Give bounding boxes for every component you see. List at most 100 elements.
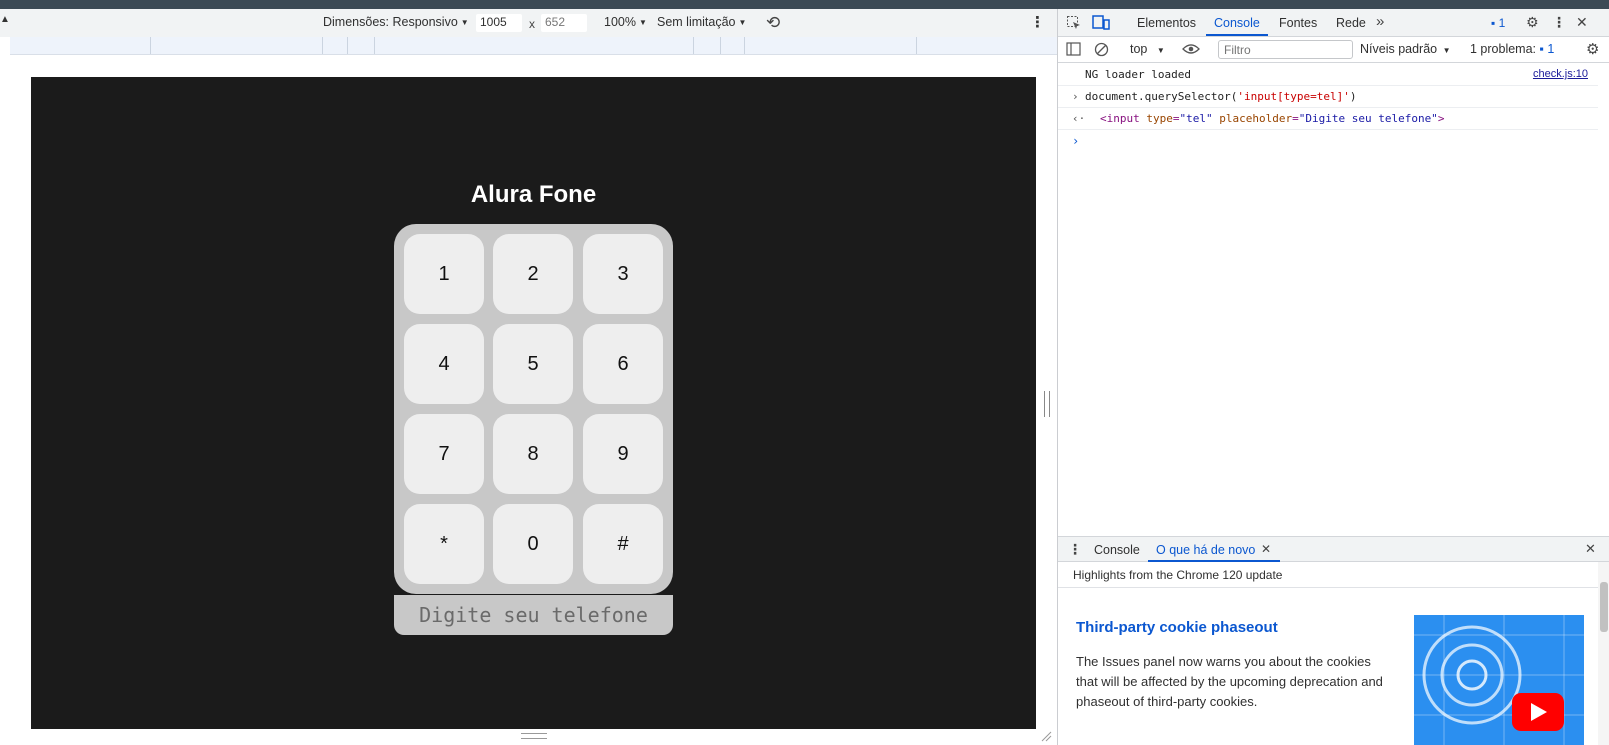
viewport-resize-handle-right[interactable] <box>1044 391 1050 417</box>
devtools-panel: Elementos Console Fontes Rede » ▪ 1 ⚙ ⋮ … <box>1057 9 1609 745</box>
caret-down-icon: ▼ <box>638 17 647 27</box>
active-tab-indicator <box>1206 34 1268 36</box>
caret-down-icon: ▼ <box>1442 46 1451 55</box>
caret-down-icon: ▼ <box>1156 46 1165 55</box>
whats-new-panel: Highlights from the Chrome 120 update Th… <box>1058 562 1598 745</box>
message-icon: ▪ <box>1539 42 1544 56</box>
key-7[interactable]: 7 <box>404 414 484 494</box>
problems-count: 1 <box>1547 42 1555 56</box>
rotate-icon[interactable]: ⟲ <box>766 13 780 33</box>
news-title-link[interactable]: Third-party cookie phaseout <box>1076 619 1278 636</box>
close-drawer-icon[interactable]: ✕ <box>1585 541 1596 557</box>
key-star[interactable]: * <box>404 504 484 584</box>
console-filter-input[interactable] <box>1218 40 1353 59</box>
issues-badge[interactable]: ▪ 1 <box>1491 16 1505 30</box>
highlights-header: Highlights from the Chrome 120 update <box>1058 562 1598 588</box>
key-6[interactable]: 6 <box>583 324 663 404</box>
command-prefix: document.querySelector( <box>1085 90 1238 103</box>
ruler-segment[interactable] <box>347 37 348 54</box>
viewport-resize-handle-bottom[interactable] <box>521 733 547 739</box>
command-argument: 'input[type=tel]' <box>1237 90 1350 103</box>
key-8[interactable]: 8 <box>493 414 573 494</box>
console-log-message: NG loader loaded check.js:10 <box>1058 64 1598 86</box>
result-tag-close: > <box>1437 112 1445 125</box>
log-source-link[interactable]: check.js:10 <box>1533 68 1588 80</box>
problems-label: 1 problema: <box>1470 42 1537 56</box>
key-2[interactable]: 2 <box>493 234 573 314</box>
inspect-element-icon[interactable] <box>1066 15 1082 31</box>
live-expression-eye-icon[interactable] <box>1182 43 1200 55</box>
key-5[interactable]: 5 <box>493 324 573 404</box>
tab-fontes[interactable]: Fontes <box>1279 16 1317 30</box>
settings-gear-icon[interactable]: ⚙ <box>1526 14 1539 31</box>
ruler-segment[interactable] <box>322 37 323 54</box>
console-result: ‹· <input type="tel" placeholder="Digite… <box>1058 108 1598 130</box>
key-1[interactable]: 1 <box>404 234 484 314</box>
ruler-segment[interactable] <box>916 37 917 54</box>
app-title: Alura Fone <box>470 181 597 208</box>
result-tag-open: <input <box>1100 112 1140 125</box>
tab-console[interactable]: Console <box>1214 16 1260 30</box>
log-levels-dropdown[interactable]: Níveis padrão ▼ <box>1360 42 1451 56</box>
scrollbar-thumb[interactable] <box>1600 582 1608 632</box>
dimension-separator: x <box>529 17 535 31</box>
command-suffix: ) <box>1349 90 1357 103</box>
input-chevron-icon: › <box>1072 90 1079 103</box>
result-return-icon: ‹· <box>1072 112 1086 125</box>
console-settings-gear-icon[interactable]: ⚙ <box>1586 40 1599 58</box>
issues-count: 1 <box>1498 16 1506 30</box>
ruler-segment[interactable] <box>693 37 694 54</box>
result-element[interactable]: <input type="tel" placeholder="Digite se… <box>1100 112 1444 125</box>
result-val-type: "tel" <box>1179 112 1213 125</box>
drawer-tab-whats-new[interactable]: O que há de novo <box>1156 543 1255 557</box>
left-gutter <box>0 37 10 745</box>
more-options-icon[interactable]: ⋮ <box>1030 13 1045 31</box>
context-label: top <box>1130 42 1148 56</box>
tab-elementos[interactable]: Elementos <box>1137 16 1196 30</box>
viewport-resize-corner-icon[interactable] <box>1040 730 1052 742</box>
problems-link[interactable]: 1 problema: ▪ 1 <box>1470 42 1554 56</box>
log-text: NG loader loaded <box>1085 68 1191 81</box>
zoom-dropdown[interactable]: 100% ▼ <box>604 15 647 29</box>
sidebar-toggle-icon[interactable] <box>1066 42 1081 56</box>
console-toolbar: top ▼ Níveis padrão ▼ 1 problema: ▪ 1 ⚙ <box>1058 37 1609 63</box>
console-prompt[interactable]: › <box>1072 134 1079 148</box>
drawer-tab-console[interactable]: Console <box>1094 543 1140 557</box>
close-tab-icon[interactable]: ✕ <box>1261 542 1271 556</box>
width-input[interactable]: 1005 <box>476 14 522 32</box>
height-input[interactable]: 652 <box>541 14 587 32</box>
result-attr-type: type <box>1146 112 1173 125</box>
caret-down-icon: ▼ <box>738 17 747 27</box>
result-val-placeholder: "Digite seu telefone" <box>1298 112 1438 125</box>
console-output: NG loader loaded check.js:10 › document.… <box>1058 64 1609 544</box>
tab-rede[interactable]: Rede <box>1336 16 1366 30</box>
command-text[interactable]: document.querySelector('input[type=tel]'… <box>1085 90 1357 103</box>
news-thumbnail[interactable] <box>1414 615 1584 745</box>
device-toolbar-toggle-icon[interactable] <box>1092 15 1110 31</box>
ruler-segment[interactable] <box>720 37 721 54</box>
phone-input[interactable] <box>394 595 673 635</box>
dimensions-dropdown[interactable]: Dimensões: Responsivo ▼ <box>323 15 469 29</box>
window-top-strip <box>0 0 1609 9</box>
devtools-menu-icon[interactable]: ⋮ <box>1552 14 1566 31</box>
media-query-ruler[interactable] <box>10 37 1057 55</box>
key-4[interactable]: 4 <box>404 324 484 404</box>
clear-console-icon[interactable] <box>1094 42 1109 57</box>
throttling-label: Sem limitação <box>657 15 736 29</box>
ruler-segment[interactable] <box>374 37 375 54</box>
ruler-segment[interactable] <box>744 37 745 54</box>
device-toolbar: ▲ Dimensões: Responsivo ▼ 1005 x 652 100… <box>0 9 1057 37</box>
ruler-segment[interactable] <box>150 37 151 54</box>
key-hash[interactable]: # <box>583 504 663 584</box>
collapse-caret-icon[interactable]: ▲ <box>0 14 10 25</box>
result-attr-placeholder: placeholder <box>1219 112 1293 125</box>
context-selector[interactable]: top ▼ <box>1130 42 1165 56</box>
drawer-scrollbar[interactable] <box>1598 562 1609 745</box>
close-devtools-icon[interactable]: ✕ <box>1576 14 1588 31</box>
key-3[interactable]: 3 <box>583 234 663 314</box>
key-9[interactable]: 9 <box>583 414 663 494</box>
drawer-menu-icon[interactable]: ⋮ <box>1068 541 1082 558</box>
key-0[interactable]: 0 <box>493 504 573 584</box>
more-tabs-icon[interactable]: » <box>1376 13 1384 30</box>
throttling-dropdown[interactable]: Sem limitação ▼ <box>657 15 746 29</box>
